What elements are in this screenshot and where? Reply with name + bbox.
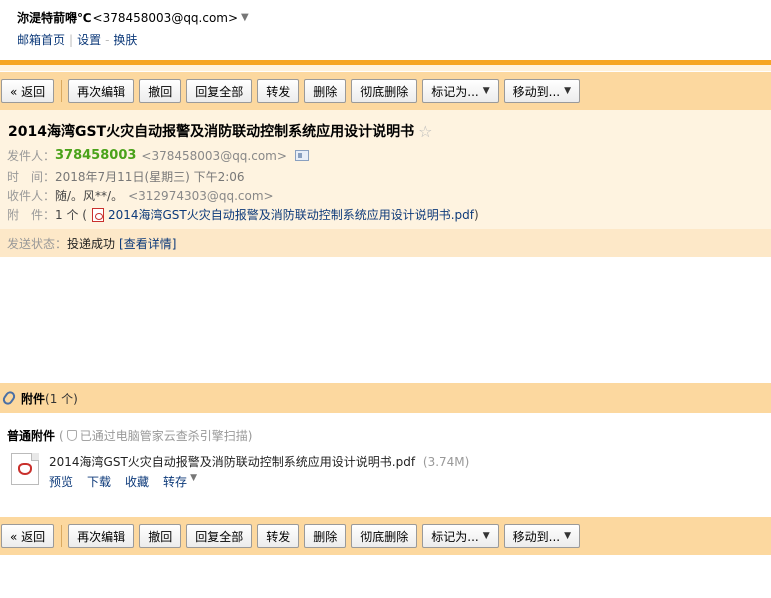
move-to-label: 移动到... bbox=[512, 84, 561, 99]
recipient-name[interactable]: 随/。风**/。 bbox=[55, 187, 123, 204]
attach-count: 1 个 ( bbox=[55, 208, 87, 222]
scan-open: ( bbox=[59, 428, 64, 443]
time-label: 时 间： bbox=[7, 170, 56, 184]
toplinks-separator: | bbox=[69, 32, 74, 47]
mark-as-label: 标记为... bbox=[431, 529, 479, 544]
star-icon[interactable]: ☆ bbox=[418, 122, 432, 141]
attach-label: 附 件： bbox=[7, 208, 56, 222]
to-label: 收件人： bbox=[7, 189, 56, 203]
skin-link[interactable]: 换肤 bbox=[113, 31, 137, 48]
attachment-filesize: (3.74M) bbox=[422, 455, 470, 469]
send-status-label: 发送状态： bbox=[7, 236, 68, 251]
delete-permanent-button[interactable]: 彻底删除 bbox=[351, 79, 418, 103]
sender-name[interactable]: 378458003 bbox=[55, 148, 136, 163]
chevron-down-icon: ▼ bbox=[564, 531, 572, 541]
mark-as-button[interactable]: 标记为... ▼ bbox=[422, 79, 499, 103]
chevron-down-icon: ▼ bbox=[482, 531, 490, 541]
mail-toolbar-top: « 返回 再次编辑 撤回 回复全部 转发 删除 彻底删除 标记为... ▼ 移动… bbox=[0, 72, 771, 110]
pdf-file-icon[interactable] bbox=[11, 453, 39, 485]
reedit-button[interactable]: 再次编辑 bbox=[68, 79, 135, 103]
mark-as-button[interactable]: 标记为... ▼ bbox=[422, 524, 499, 548]
move-to-button[interactable]: 移动到... ▼ bbox=[503, 79, 581, 103]
download-link[interactable]: 下载 bbox=[87, 473, 111, 490]
pdf-file-mark bbox=[18, 463, 32, 475]
delete-button[interactable]: 删除 bbox=[304, 524, 347, 548]
from-row: 发件人： 378458003 <378458003@qq.com> bbox=[7, 147, 309, 164]
account-address: <378458003@qq.com> bbox=[92, 10, 239, 25]
reply-all-button[interactable]: 回复全部 bbox=[186, 524, 253, 548]
account-dropdown-icon[interactable]: ▼ bbox=[241, 12, 249, 23]
pdf-file-fold bbox=[31, 453, 39, 461]
view-details-link[interactable]: [查看详情] bbox=[119, 235, 176, 252]
attachment-filename: 2014海湾GST火灾自动报警及消防联动控制系统应用设计说明书.pdf bbox=[49, 455, 416, 469]
account-info[interactable]: 沵湜特葥嘚℃ <378458003@qq.com> ▼ bbox=[17, 9, 249, 26]
attachment-link[interactable]: 2014海湾GST火灾自动报警及消防联动控制系统应用设计说明书.pdf bbox=[108, 206, 474, 223]
recall-button[interactable]: 撤回 bbox=[139, 79, 182, 103]
top-links: 邮箱首页 | 设置 - 换肤 bbox=[17, 31, 249, 48]
forward-button[interactable]: 转发 bbox=[257, 524, 300, 548]
normal-attachments-title: 普通附件 bbox=[7, 429, 56, 443]
send-status-bar: 发送状态： 投递成功 [查看详情] bbox=[0, 229, 771, 257]
pdf-icon bbox=[91, 207, 104, 222]
attachment-actions: 预览 下载 收藏 转存 ▼ bbox=[49, 473, 469, 490]
delete-permanent-button[interactable]: 彻底删除 bbox=[351, 524, 418, 548]
send-status-value: 投递成功 bbox=[67, 236, 116, 251]
chevron-down-icon: ▼ bbox=[564, 86, 572, 96]
shield-icon bbox=[66, 430, 77, 441]
toolbar-separator bbox=[61, 80, 63, 102]
favorite-link[interactable]: 收藏 bbox=[125, 473, 149, 490]
toolbar-separator bbox=[61, 525, 63, 547]
reply-all-button[interactable]: 回复全部 bbox=[186, 79, 253, 103]
reedit-button[interactable]: 再次编辑 bbox=[68, 524, 135, 548]
attachments-header: 附件 (1 个) bbox=[0, 383, 771, 413]
time-value: 2018年7月11日(星期三) 下午2:06 bbox=[55, 170, 245, 184]
settings-link[interactable]: 设置 bbox=[77, 31, 101, 48]
mail-subject: 2014海湾GST火灾自动报警及消防联动控制系统应用设计说明书 ☆ bbox=[8, 121, 432, 141]
time-row: 时 间： 2018年7月11日(星期三) 下午2:06 bbox=[7, 168, 245, 185]
attach-row: 附 件： 1 个 ( 2014海湾GST火灾自动报警及消防联动控制系统应用设计说… bbox=[7, 206, 479, 223]
to-row: 收件人： 随/。风**/。 <312974303@qq.com> bbox=[7, 187, 274, 204]
move-to-button[interactable]: 移动到... ▼ bbox=[503, 524, 581, 548]
scan-status: ( 已通过电脑管家云查杀引擎扫描 ) bbox=[59, 427, 252, 444]
back-button[interactable]: « 返回 bbox=[1, 79, 55, 103]
delete-button[interactable]: 删除 bbox=[304, 79, 347, 103]
chevron-down-icon: ▼ bbox=[482, 86, 490, 96]
scan-close: ) bbox=[247, 428, 253, 443]
sender-address: <378458003@qq.com> bbox=[141, 148, 287, 163]
back-button[interactable]: « 返回 bbox=[1, 524, 55, 548]
from-label: 发件人： bbox=[7, 149, 56, 163]
mark-as-label: 标记为... bbox=[431, 84, 479, 99]
paperclip-icon bbox=[0, 389, 18, 407]
preview-link[interactable]: 预览 bbox=[49, 473, 73, 490]
attachments-title: 附件 bbox=[21, 391, 46, 406]
attachment-info: 2014海湾GST火灾自动报警及消防联动控制系统应用设计说明书.pdf (3.7… bbox=[49, 453, 469, 490]
forward-button[interactable]: 转发 bbox=[257, 79, 300, 103]
mailbox-home-link[interactable]: 邮箱首页 bbox=[17, 31, 65, 48]
accent-divider-light bbox=[0, 65, 771, 71]
attachment-item: 2014海湾GST火灾自动报警及消防联动控制系统应用设计说明书.pdf (3.7… bbox=[11, 453, 469, 490]
normal-attachments-label: 普通附件 ( 已通过电脑管家云查杀引擎扫描 ) bbox=[7, 427, 252, 444]
mail-subject-text: 2014海湾GST火灾自动报警及消防联动控制系统应用设计说明书 bbox=[8, 124, 415, 140]
chevron-down-icon[interactable]: ▼ bbox=[190, 473, 197, 490]
account-nickname: 沵湜特葥嘚℃ bbox=[17, 11, 92, 25]
recall-button[interactable]: 撤回 bbox=[139, 524, 182, 548]
contact-card-icon[interactable] bbox=[294, 150, 309, 161]
attach-close: ) bbox=[474, 207, 479, 222]
attachments-count: (1 个) bbox=[45, 391, 78, 406]
account-header: 沵湜特葥嘚℃ <378458003@qq.com> ▼ 邮箱首页 | 设置 - … bbox=[17, 9, 249, 48]
save-to-link[interactable]: 转存 bbox=[163, 473, 187, 490]
scan-text: 已通过电脑管家云查杀引擎扫描 bbox=[79, 429, 248, 443]
move-to-label: 移动到... bbox=[512, 529, 561, 544]
mail-header: 2014海湾GST火灾自动报警及消防联动控制系统应用设计说明书 ☆ 发件人： 3… bbox=[0, 110, 771, 229]
toplinks-dash: - bbox=[105, 32, 110, 47]
mail-toolbar-bottom: « 返回 再次编辑 撤回 回复全部 转发 删除 彻底删除 标记为... ▼ 移动… bbox=[0, 517, 771, 555]
recipient-address: <312974303@qq.com> bbox=[128, 188, 274, 203]
